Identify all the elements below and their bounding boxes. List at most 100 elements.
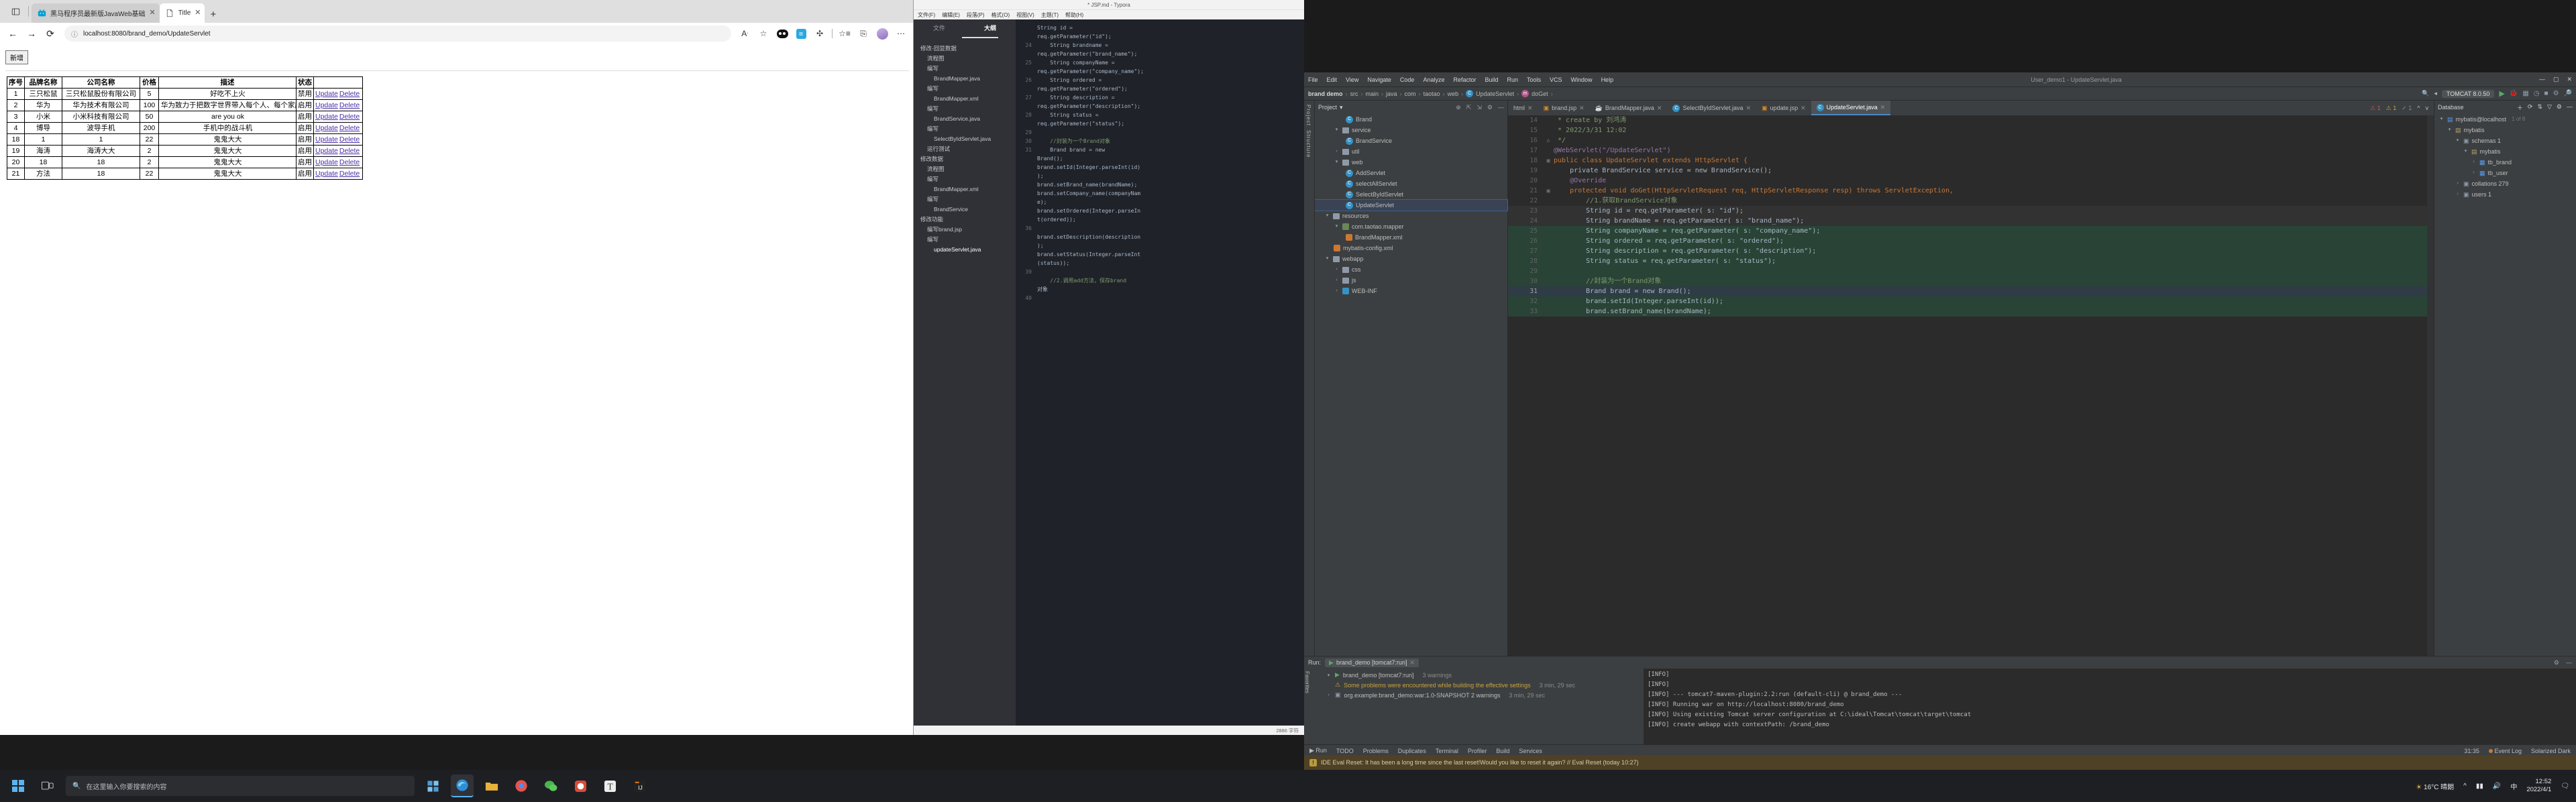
build-node-warning[interactable]: ⚠ Some problems were encountered while bu… [1322, 680, 1644, 690]
update-link[interactable]: Update [315, 113, 338, 121]
outline-item[interactable]: BrandMapper.java [920, 74, 1016, 84]
menu-file[interactable]: 文件(F) [918, 11, 935, 19]
menu-navigate[interactable]: Navigate [1367, 76, 1391, 83]
tree-item-mapper-pkg[interactable]: ▾ com.taotao.mapper [1315, 221, 1507, 232]
outline-item[interactable]: 流程图 [920, 164, 1016, 174]
extension-dark-icon[interactable] [774, 25, 790, 42]
qq-icon[interactable] [569, 775, 592, 797]
tree-item-addservlet[interactable]: C AddServlet [1315, 168, 1507, 178]
breadcrumb-main[interactable]: main [1366, 91, 1379, 97]
browser-tab-2[interactable]: Title ✕ [159, 3, 205, 23]
outline-item[interactable]: 编写 [920, 104, 1016, 114]
wechat-icon[interactable] [539, 775, 562, 797]
typora-icon[interactable]: T [598, 775, 621, 797]
chevron-up-icon[interactable]: ^ [2417, 105, 2420, 112]
task-view-icon[interactable] [36, 775, 59, 797]
menu-vcs[interactable]: VCS [1550, 76, 1562, 83]
search-icon[interactable]: 🔎 [2564, 90, 2572, 97]
outline-item[interactable]: 修改-回显数据 [920, 44, 1016, 54]
outline-item[interactable]: 编写 [920, 84, 1016, 94]
menu-edit[interactable]: Edit [1327, 76, 1338, 83]
bottom-tool-problems[interactable]: Problems [1363, 748, 1389, 754]
collapse-all-icon[interactable]: ⇲ [1477, 104, 1482, 111]
tree-item-updateservlet[interactable]: C UpdateServlet [1314, 199, 1508, 211]
bottom-tool-profiler[interactable]: Profiler [1468, 748, 1487, 754]
editor-tab-brandmapper[interactable]: ☕ BrandMapper.java ✕ [1590, 101, 1668, 115]
menu-file[interactable]: File [1308, 76, 1318, 83]
search-everywhere-icon[interactable]: 🔍 [2422, 90, 2429, 97]
typora-document[interactable]: String id = req.getParameter("id"); 24 S… [1016, 19, 1304, 735]
delete-link[interactable]: Delete [339, 158, 360, 166]
minimize-icon[interactable]: — [2539, 76, 2545, 83]
address-bar[interactable]: ⓘ localhost:8080/brand_demo/UpdateServle… [64, 25, 731, 42]
collections-icon[interactable]: ☆≡ [837, 25, 853, 42]
filter-icon[interactable]: ▽ [2547, 103, 2552, 112]
tab-actions-icon[interactable] [7, 3, 24, 20]
bottom-tool-duplicates[interactable]: Duplicates [1398, 748, 1426, 754]
outline-item-current[interactable]: updateServlet.java [920, 245, 1016, 255]
inspection-widget[interactable]: ⚠ 1 ⚠ 1 ✓ 1 ^ v [2370, 105, 2434, 112]
tree-item-mybatis-config[interactable]: mybatis-config.xml [1315, 243, 1507, 253]
update-link[interactable]: Update [315, 158, 338, 166]
close-tab-2-icon[interactable]: ✕ [195, 9, 201, 17]
tree-item-webinf[interactable]: › WEB-INF [1315, 286, 1507, 296]
ide-notification-bar[interactable]: ! IDE Eval Reset: It has been a long tim… [1304, 755, 2576, 770]
event-log-button[interactable]: Event Log [2488, 748, 2522, 754]
outline-item[interactable]: 编写 [920, 174, 1016, 184]
split-screen-icon[interactable]: ⎘ [855, 25, 871, 42]
fold-marker[interactable]: ▣ [1543, 186, 1554, 196]
delete-link[interactable]: Delete [339, 170, 360, 178]
add-brand-button[interactable]: 新增 [5, 50, 28, 64]
reload-icon[interactable]: ⟳ [42, 25, 59, 42]
network-icon[interactable]: ▮▮ [2476, 783, 2483, 790]
tree-item-selectallservlet[interactable]: CselectAllServlet [1315, 178, 1507, 189]
db-item-schemas[interactable]: ▾ ▣ schemas 1 [2434, 135, 2576, 146]
db-item-users[interactable]: › ▣ users 1 [2434, 189, 2576, 200]
tab-outline[interactable]: 大纲 [965, 23, 1016, 32]
explorer-icon[interactable] [480, 775, 503, 797]
update-link[interactable]: Update [315, 124, 338, 132]
menu-run[interactable]: Run [1507, 76, 1519, 83]
outline-item[interactable]: BrandService.java [920, 114, 1016, 124]
expand-all-icon[interactable]: ⇱ [1466, 104, 1472, 111]
input-method-icon[interactable]: 中 [2510, 781, 2517, 791]
settings-icon[interactable]: ⚙ [2553, 90, 2559, 97]
bottom-tool-build[interactable]: Build [1496, 748, 1509, 754]
read-aloud-icon[interactable]: A ⁾ [737, 25, 753, 42]
delete-link[interactable]: Delete [339, 135, 360, 144]
profile-avatar[interactable] [874, 25, 890, 42]
gear-icon[interactable]: ⚙ [2557, 103, 2562, 112]
widgets-icon[interactable] [421, 775, 444, 797]
outline-item[interactable]: 流程图 [920, 54, 1016, 64]
close-icon[interactable]: ✕ [1746, 105, 1752, 112]
debug-icon[interactable]: 🐞 [2510, 90, 2518, 97]
back-icon[interactable]: ← [4, 25, 21, 42]
db-item-collations[interactable]: › ▣ collations 279 [2434, 178, 2576, 189]
bottom-tool-services[interactable]: Services [1519, 748, 1542, 754]
outline-item[interactable]: BrandMapper.xml [920, 184, 1016, 194]
menu-help[interactable]: Help [1601, 76, 1614, 83]
new-tab-button[interactable]: + [205, 9, 221, 23]
menu-tools[interactable]: Tools [1527, 76, 1541, 83]
menu-build[interactable]: Build [1485, 76, 1498, 83]
volume-icon[interactable]: 🔊 [2493, 783, 2501, 790]
outline-item[interactable]: BrandMapper.xml [920, 94, 1016, 104]
outline-item[interactable]: 编写brand.jsp [920, 225, 1016, 235]
profile-icon[interactable]: ◷ [2534, 90, 2540, 97]
start-button[interactable] [7, 775, 30, 797]
build-node-module[interactable]: › ▣ org.example:brand_demo:war:1.0-SNAPSHO… [1322, 690, 1644, 700]
db-item-schema-mybatis[interactable]: ▾ ▤ mybatis [2434, 146, 2576, 157]
taskbar-search-box[interactable]: 🔍 在这里输入你要搜索的内容 [66, 776, 415, 796]
close-icon[interactable]: ✕ [1579, 105, 1585, 112]
tree-item-css[interactable]: › css [1315, 264, 1507, 275]
extension-blue-icon[interactable]: ▥ [793, 25, 809, 42]
update-link[interactable]: Update [315, 101, 338, 109]
extension-puzzle-icon[interactable]: ✣ [812, 25, 828, 42]
bottom-tool-run[interactable]: ▶ Run [1309, 747, 1327, 754]
tree-item-webapp[interactable]: ▾ webapp [1315, 253, 1507, 264]
chevron-down-icon[interactable]: ▾ [1340, 104, 1343, 111]
tool-favorites[interactable]: Favorites [1304, 669, 1310, 693]
run-configuration-selector[interactable]: TOMCAT 8.0.50 [2441, 89, 2495, 98]
update-link[interactable]: Update [315, 90, 338, 98]
idea-icon[interactable]: IJ [628, 775, 651, 797]
